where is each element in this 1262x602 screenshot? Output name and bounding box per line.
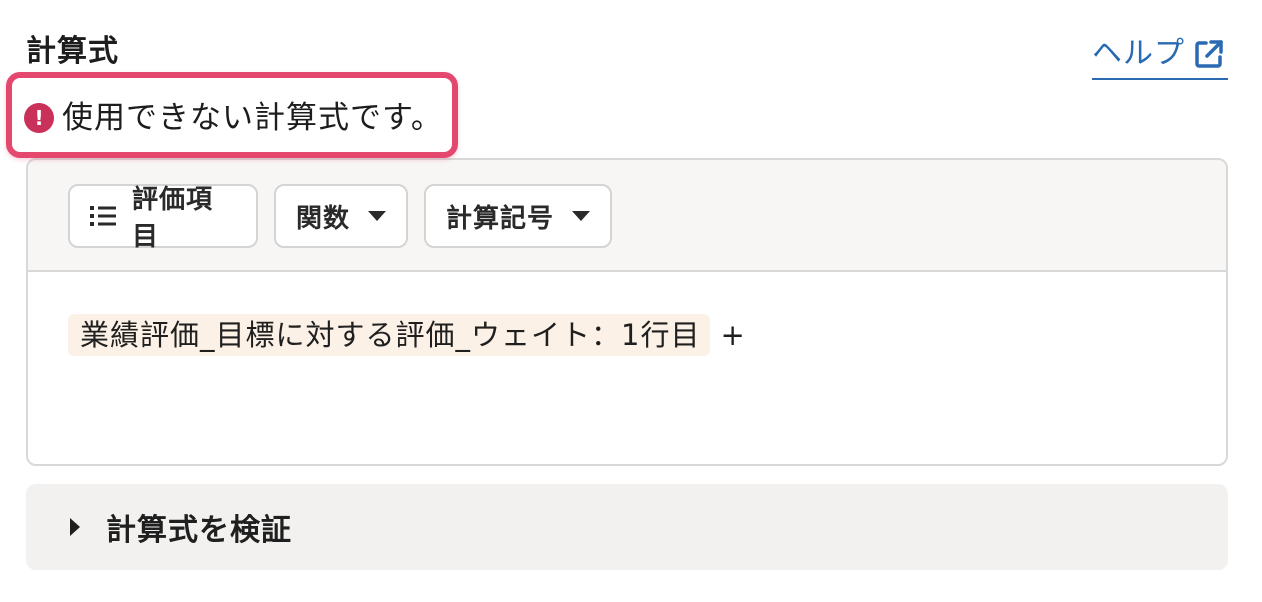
formula-operator: + (720, 318, 745, 352)
caret-right-icon (70, 518, 80, 536)
external-link-icon (1193, 38, 1225, 70)
formula-editor: 評価項目 関数 計算記号 業績評価_目標に対する評価_ウェイト：1行目 + (26, 158, 1228, 466)
evaluation-items-button[interactable]: 評価項目 (68, 184, 258, 252)
error-message: 使用できない計算式です。 (62, 100, 443, 136)
verify-formula-toggle[interactable]: 計算式を検証 (26, 484, 1228, 570)
functions-label: 関数 (296, 203, 351, 234)
formula-expression: 業績評価_目標に対する評価_ウェイト：1行目 + (68, 314, 745, 356)
formula-panel: 計算式 ヘルプ ! 使用できない計算式です。 評価項目 関数 計算記号 業績評価… (0, 0, 1262, 602)
help-link-label: ヘルプ (1092, 36, 1185, 71)
caret-down-icon (368, 211, 386, 221)
evaluation-items-label: 評価項目 (132, 185, 214, 252)
formula-toolbar: 評価項目 関数 計算記号 (28, 160, 1226, 272)
list-icon (90, 205, 116, 227)
formula-token[interactable]: 業績評価_目標に対する評価_ウェイト：1行目 (68, 314, 711, 356)
operators-label: 計算記号 (446, 203, 555, 234)
caret-down-icon (572, 211, 590, 221)
functions-dropdown[interactable]: 関数 (274, 184, 408, 248)
formula-input-area[interactable]: 業績評価_目標に対する評価_ウェイト：1行目 + (28, 272, 1226, 464)
error-message-row: ! 使用できない計算式です。 (24, 96, 443, 140)
section-title: 計算式 (26, 34, 119, 69)
operators-dropdown[interactable]: 計算記号 (424, 184, 612, 248)
error-circle-icon: ! (24, 103, 54, 133)
verify-formula-label: 計算式を検証 (106, 513, 292, 548)
help-link[interactable]: ヘルプ (1092, 30, 1228, 80)
